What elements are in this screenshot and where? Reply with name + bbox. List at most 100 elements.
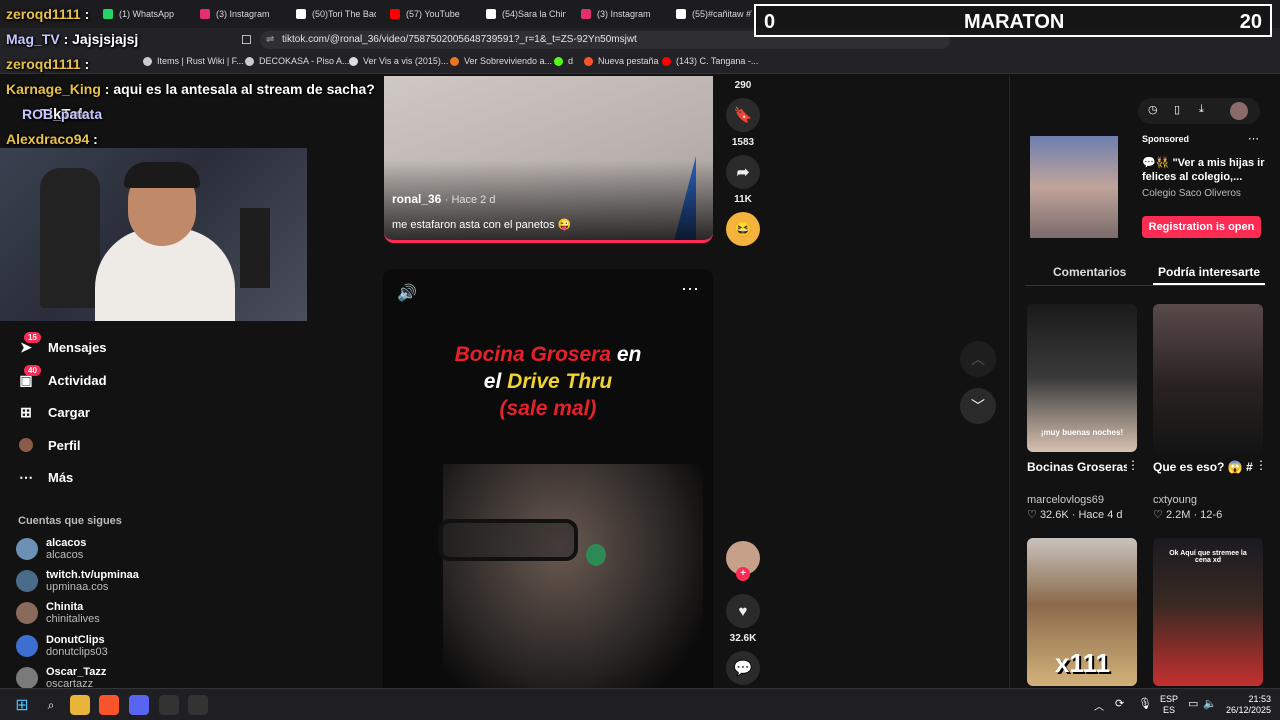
music-disc[interactable]: 😆	[725, 212, 761, 246]
comment-button[interactable]: 💬	[725, 651, 761, 685]
previous-video-button[interactable]: ︿	[960, 341, 996, 377]
like-button[interactable]: ♥	[725, 594, 761, 628]
tab-instagram[interactable]: (3) Instagram	[200, 4, 290, 24]
recommended-video-title[interactable]: Bocinas Groseras en Drive Thru 😂 ...	[1027, 460, 1127, 474]
file-explorer-icon[interactable]	[70, 695, 90, 715]
sidebar-item-mensajes[interactable]: ➤ 15 Mensajes	[18, 332, 107, 355]
sidebar-item-mas[interactable]: ⋯ Más	[18, 469, 73, 485]
more-options-icon[interactable]: ⋯	[681, 279, 699, 300]
tab-tiktok-2[interactable]: (54)Sara la Chinit	[486, 4, 566, 24]
recommended-video-thumbnail[interactable]: ¡muy buenas noches!	[1027, 304, 1137, 452]
more-options-icon[interactable]: ⋮	[1255, 458, 1267, 472]
more-options-icon[interactable]: ⋯	[1248, 132, 1259, 145]
download-icon[interactable]: ⤓	[1199, 103, 1204, 116]
tray-app-icon[interactable]: ⟳	[1115, 697, 1124, 710]
bookmark-item[interactable]: Ver Sobreviviendo a...	[450, 56, 552, 66]
following-item[interactable]: twitch.tv/upminaa upminaa.cos	[16, 569, 139, 593]
avatar	[16, 570, 38, 592]
autoscroll-icon[interactable]: ◷	[1148, 103, 1158, 116]
bookmark-item[interactable]: DECOKASA - Piso A...	[245, 56, 350, 66]
sponsored-label: Sponsored	[1142, 134, 1190, 144]
recommended-video-author[interactable]: marcelovlogs69	[1027, 494, 1104, 506]
recommended-video-thumbnail[interactable]: Ok Aquí que stremee la cena xd	[1153, 538, 1263, 686]
ad-thumbnail[interactable]	[1030, 136, 1118, 238]
follow-plus-icon[interactable]: +	[736, 567, 750, 581]
tab-comentarios[interactable]: Comentarios	[1053, 265, 1126, 279]
avatar[interactable]	[1230, 102, 1248, 120]
discord-icon[interactable]	[129, 695, 149, 715]
avatar	[16, 602, 38, 624]
tray-chevron-up-icon[interactable]: ︿	[1094, 698, 1104, 713]
bookmark-item[interactable]: Ver Vis a vis (2015)...	[349, 56, 448, 66]
paper-plane-icon: ➤ 15	[18, 332, 41, 355]
following-item[interactable]: DonutClips donutclips03	[16, 634, 108, 658]
app-icon[interactable]	[188, 695, 208, 715]
share-button[interactable]: ➦	[725, 155, 761, 189]
bookmark-item[interactable]: Nueva pestaña	[584, 56, 659, 66]
obs-icon[interactable]	[159, 695, 179, 715]
next-video-button[interactable]: ﹀	[960, 388, 996, 424]
microphone-icon[interactable]: 🎙	[1138, 697, 1152, 710]
comment-icon: 💬	[726, 651, 760, 685]
shares-count: 11K	[734, 194, 752, 205]
marathon-right-count: 20	[1239, 11, 1262, 33]
video-author[interactable]: ronal_36 · Hace 2 d	[392, 192, 495, 206]
more-icon: ⋯	[19, 468, 33, 485]
youtube-icon	[662, 56, 671, 66]
unread-badge: 15	[24, 332, 41, 343]
chat-message: zeroqd1111 :	[6, 56, 90, 72]
following-title: Cuentas que sigues	[18, 515, 122, 527]
following-item[interactable]: Chinita chinitalives	[16, 601, 100, 625]
recommended-video-thumbnail[interactable]: x111	[1027, 538, 1137, 686]
sidebar-item-cargar[interactable]: ⊞ Cargar	[18, 404, 90, 420]
tab-whatsapp[interactable]: (1) WhatsApp	[103, 4, 193, 24]
ad-advertiser[interactable]: Colegio Saco Oliveros	[1142, 188, 1241, 199]
instagram-icon	[200, 9, 210, 19]
glasses	[438, 519, 578, 561]
ad-text: 💬👯 "Ver a mis hijas ir felices al colegi…	[1142, 157, 1265, 183]
following-item[interactable]: alcacos alcacos	[16, 537, 86, 561]
volume-icon[interactable]: 🔊	[397, 283, 417, 303]
windows-start-icon[interactable]: ⊞	[12, 695, 32, 715]
previous-video-card[interactable]: ronal_36 · Hace 2 d me estafaron asta co…	[384, 76, 713, 243]
main-video-player[interactable]: 🔊 ⋯ Bocina Grosera en el Drive Thru (sal…	[383, 269, 713, 689]
save-button[interactable]: 🔖	[725, 98, 761, 132]
bookmarks-bar: Items | Rust Wiki | F... DECOKASA - Piso…	[0, 52, 1280, 74]
following-item[interactable]: Oscar_Tazz oscartazz	[16, 666, 106, 690]
bookmark-item[interactable]: (143) C. Tangana -...	[662, 56, 758, 66]
bookmark-item[interactable]: d	[554, 56, 573, 66]
recommended-video-title[interactable]: Que es eso? 😱 #terror #scary...	[1153, 460, 1253, 474]
heart-icon: ♥	[726, 594, 760, 628]
tab-instagram-2[interactable]: (3) Instagram	[581, 4, 661, 24]
recommended-video-thumbnail[interactable]	[1153, 304, 1263, 452]
brave-icon[interactable]	[99, 695, 119, 715]
tab-tiktok-3[interactable]: (55)#cañitaw #Tu	[676, 4, 752, 24]
search-icon[interactable]: ⌕	[41, 695, 61, 715]
site-info-icon[interactable]: ⇌	[266, 31, 274, 49]
bookmark-item[interactable]: Items | Rust Wiki | F...	[143, 56, 244, 66]
chat-message: ROB_patata	[22, 106, 103, 122]
sidebar-item-perfil[interactable]: Perfil	[18, 437, 81, 453]
tripod	[240, 208, 270, 288]
more-options-icon[interactable]: ⋮	[1127, 458, 1139, 472]
youtube-icon	[390, 9, 400, 19]
network-icon[interactable]: ▭	[1188, 697, 1198, 710]
language-indicator[interactable]: ESP ES	[1160, 694, 1178, 716]
bookmark-icon[interactable]: ☐	[241, 33, 252, 47]
likes-count: 32.6K	[729, 633, 757, 644]
clock[interactable]: 21:53 26/12/2025	[1225, 694, 1271, 716]
recommended-video-author[interactable]: cxtyoung	[1153, 494, 1197, 506]
tab-youtube[interactable]: (57) YouTube	[390, 4, 470, 24]
sidebar-item-actividad[interactable]: ▣ 40 Actividad	[18, 365, 107, 388]
volume-icon[interactable]: 🔈	[1203, 697, 1217, 710]
streamer-hair	[124, 162, 200, 188]
creator-avatar[interactable]: +	[725, 541, 761, 581]
tab-tiktok-1[interactable]: (50)Tori The Badd	[296, 4, 376, 24]
ad-cta-button[interactable]: Registration is open	[1142, 216, 1261, 238]
avatar	[16, 538, 38, 560]
phone-icon[interactable]: ▯	[1174, 103, 1180, 116]
tab-podria-interesarte[interactable]: Podría interesarte	[1158, 265, 1260, 279]
bookmark-icon: 🔖	[726, 98, 760, 132]
recommended-video-stats: ♡ 2.2M · 12-6	[1153, 509, 1223, 521]
profile-icon	[18, 437, 34, 453]
